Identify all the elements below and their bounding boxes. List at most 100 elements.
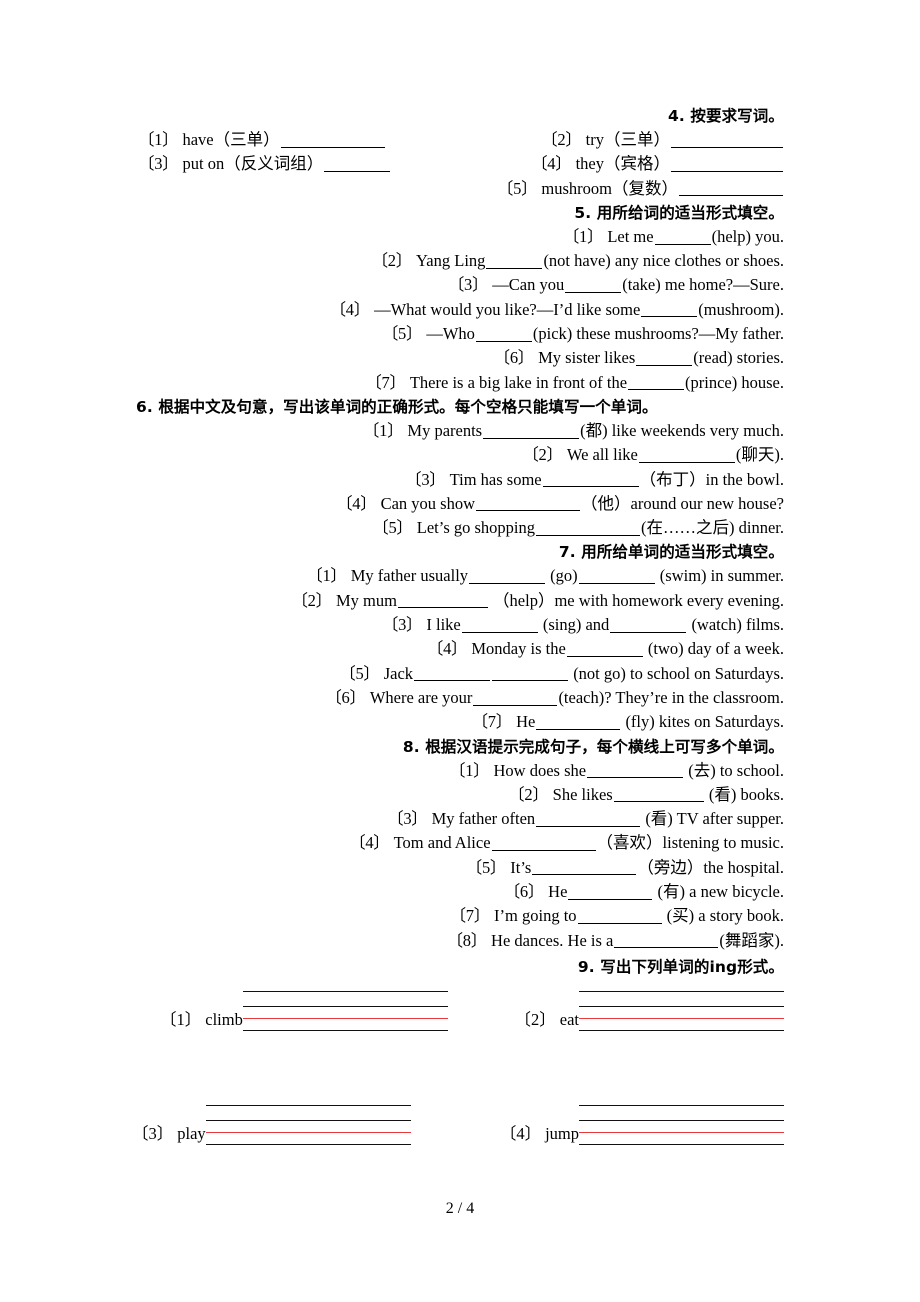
answer-blank[interactable] — [638, 446, 735, 463]
answer-blank-2[interactable] — [610, 616, 687, 633]
answer-blank[interactable] — [565, 276, 622, 294]
stave-line-4 — [205, 1143, 411, 1145]
item-text-after: (看) books. — [708, 784, 784, 804]
item-text-before: Yang Ling — [416, 251, 486, 271]
item-text-after: (看) TV after supper. — [645, 809, 784, 829]
item-index: 〔3〕 — [405, 469, 446, 489]
item-text-after: (not go) to school on Saturdays. — [573, 663, 784, 683]
item-text-after: (在……之后) dinner. — [641, 518, 784, 538]
answer-blank[interactable] — [587, 761, 684, 779]
question-item: 〔6〕 He (有) a new bicycle. — [138, 880, 784, 904]
answer-blank[interactable] — [397, 592, 488, 609]
answer-blank[interactable] — [536, 519, 641, 536]
stave-item: 〔1〕 climb — [160, 985, 448, 1031]
item-text-after: （喜欢）listening to music. — [596, 833, 784, 853]
page-number: 2 / 4 — [445, 1200, 475, 1217]
stave-line-1 — [579, 1104, 784, 1106]
question-item: 〔4〕 Monday is the (two) day of a week. — [138, 637, 784, 661]
answer-blank[interactable] — [473, 689, 558, 706]
answer-blank[interactable] — [324, 155, 391, 172]
section-heading-ex7: 7. 用所给单词的适当形式填空。 — [558, 543, 784, 562]
item-index: 〔2〕 — [508, 784, 549, 804]
item-text-after: （他）around our new house? — [581, 493, 784, 513]
answer-blank[interactable] — [641, 301, 698, 318]
answer-blank[interactable] — [414, 665, 491, 682]
item-text-after: (take) me home?—Sure. — [622, 275, 784, 295]
item-index: 〔4〕 — [336, 493, 377, 513]
item-text-before: She likes — [552, 784, 613, 804]
stave-line-4 — [579, 1143, 784, 1145]
item-text-after: (买) a story book. — [666, 906, 784, 926]
item-index: 〔4〕 — [531, 154, 572, 174]
item-text-mid: (go) — [550, 566, 578, 586]
item-text-before: Let me — [607, 226, 654, 246]
answer-blank[interactable] — [280, 131, 385, 148]
answer-blank[interactable] — [628, 374, 685, 391]
item-index: 〔6〕 — [493, 348, 535, 368]
answer-blank[interactable] — [613, 786, 704, 803]
answer-blank-2[interactable] — [492, 665, 569, 682]
answer-blank[interactable] — [671, 131, 783, 148]
section-heading-ex4: 4. 按要求写词。 — [668, 107, 784, 125]
answer-blank[interactable] — [475, 325, 532, 342]
item-text-before: My father usually — [350, 566, 469, 586]
stave-line-1 — [205, 1104, 411, 1106]
item-text: they（宾格） — [575, 154, 670, 174]
item-index: 〔1〕 — [362, 420, 404, 440]
stave-line-red — [579, 1017, 784, 1019]
item-text: try（三单） — [585, 130, 670, 149]
item-text-before: Can you show — [380, 493, 475, 513]
writing-stave[interactable] — [579, 1099, 784, 1145]
answer-blank[interactable] — [536, 810, 641, 827]
stave-word: eat — [559, 1009, 579, 1029]
answer-blank[interactable] — [654, 228, 711, 245]
item-text-after: (都) like weekends very much. — [580, 420, 784, 440]
writing-stave-row: 〔3〕 play 〔4〕 jump — [132, 1099, 784, 1185]
answer-blank[interactable] — [636, 349, 693, 366]
item-text-before: Tim has some — [449, 469, 542, 489]
answer-blank[interactable] — [536, 713, 621, 730]
question-item: 〔3〕 put on（反义词组） — [138, 152, 391, 176]
item-index: 〔3〕 — [447, 275, 489, 295]
item-index: 〔1〕 — [449, 760, 490, 780]
answer-blank[interactable] — [491, 834, 596, 852]
item-text-mid: (sing) and — [542, 615, 610, 635]
answer-blank-2[interactable] — [578, 567, 655, 585]
answer-blank[interactable] — [476, 495, 580, 512]
item-index: 〔5〕 — [496, 178, 538, 198]
answer-blank[interactable] — [671, 155, 783, 172]
stave-word: jump — [545, 1123, 579, 1143]
question-item: 〔4〕 Tom and Alice （喜欢）listening to music. — [138, 831, 784, 855]
item-text-after: (prince) house. — [685, 372, 784, 392]
stave-line-2 — [579, 1005, 784, 1007]
item-text-after: (fly) kites on Saturdays. — [625, 712, 784, 732]
item-text-before: How does she — [493, 760, 587, 780]
answer-blank[interactable] — [566, 640, 643, 657]
answer-blank[interactable] — [614, 932, 719, 949]
answer-blank[interactable] — [486, 252, 543, 269]
question-item: 〔3〕 My father often (看) TV after supper. — [138, 807, 784, 831]
answer-blank[interactable] — [461, 616, 538, 633]
stave-item: 〔3〕 play — [132, 1099, 411, 1145]
answer-blank[interactable] — [542, 471, 639, 488]
writing-stave[interactable] — [579, 985, 784, 1031]
table-row: 〔1〕 have（三单） 〔2〕 try（三单） — [138, 128, 784, 152]
answer-blank[interactable] — [532, 859, 637, 876]
item-text-before: My father often — [431, 809, 536, 829]
answer-blank[interactable] — [568, 883, 653, 900]
answer-blank[interactable] — [679, 180, 783, 197]
writing-stave[interactable] — [242, 985, 448, 1031]
item-text-after: （布丁）in the bowl. — [639, 469, 784, 489]
item-text-before: He — [548, 882, 568, 902]
question-item: 〔7〕 There is a big lake in front of the (… — [138, 371, 784, 395]
question-item: 〔2〕 She likes (看) books. — [138, 783, 784, 807]
question-item: 〔6〕 My sister likes (read) stories. — [138, 346, 784, 370]
writing-stave[interactable] — [205, 1099, 411, 1145]
item-index: 〔2〕 — [541, 130, 582, 149]
answer-blank[interactable] — [469, 567, 546, 585]
answer-blank[interactable] — [577, 907, 662, 924]
answer-blank[interactable] — [483, 422, 580, 439]
item-text-after: (舞蹈家). — [719, 930, 784, 950]
item-index: 〔3〕 — [138, 154, 179, 174]
question-item: 〔8〕 He dances. He is a (舞蹈家). — [138, 929, 784, 953]
